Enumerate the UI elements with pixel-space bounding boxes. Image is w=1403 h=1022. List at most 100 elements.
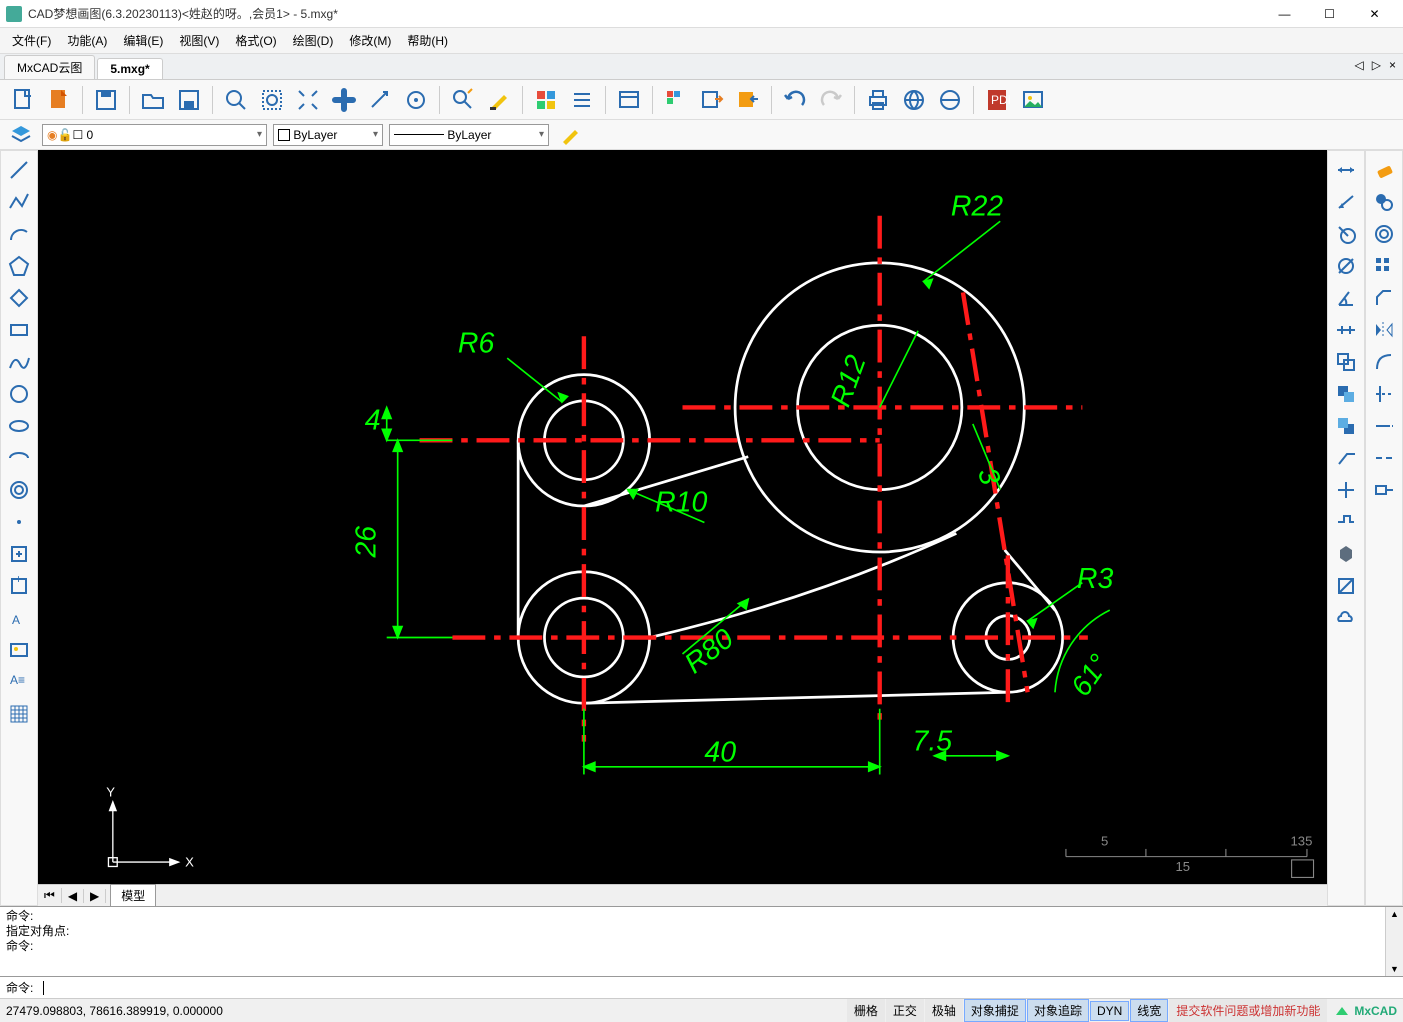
move-front-button[interactable] (1331, 411, 1361, 441)
chamfer-button[interactable] (1369, 283, 1399, 313)
copy2-button[interactable] (1369, 187, 1399, 217)
offset-button[interactable] (1369, 219, 1399, 249)
toggle-lwt[interactable]: 线宽 (1130, 999, 1168, 1022)
image-button[interactable] (1016, 83, 1050, 117)
find-button[interactable] (446, 83, 480, 117)
doc-tab-current[interactable]: 5.mxg* (97, 58, 162, 79)
arc-button[interactable] (4, 219, 34, 249)
layer-manager-button[interactable] (6, 122, 36, 148)
command-input-line[interactable]: 命令: (0, 976, 1403, 998)
cloud-button[interactable] (1331, 603, 1361, 633)
new-template-button[interactable] (42, 83, 76, 117)
linetype-combo[interactable]: ByLayer ▾ (389, 124, 549, 146)
palette1-button[interactable] (659, 83, 693, 117)
feedback-button[interactable]: 提交软件问题或增加新功能 (1169, 999, 1327, 1022)
mtext-button[interactable]: A≡ (4, 667, 34, 697)
menu-draw[interactable]: 绘图(D) (285, 30, 342, 51)
fillet-button[interactable] (1369, 347, 1399, 377)
tab-close-icon[interactable]: × (1386, 58, 1399, 72)
zoom-realtime-button[interactable] (255, 83, 289, 117)
cmd-scrollbar[interactable]: ▲ ▼ (1385, 907, 1403, 976)
import-button[interactable] (731, 83, 765, 117)
block-create-button[interactable]: + (4, 571, 34, 601)
menu-function[interactable]: 功能(A) (59, 30, 115, 51)
menu-edit[interactable]: 编辑(E) (115, 30, 171, 51)
dim-aligned-button[interactable] (1331, 187, 1361, 217)
web2-button[interactable] (933, 83, 967, 117)
close-button[interactable]: ✕ (1352, 0, 1397, 28)
model-first-icon[interactable]: ⏮ (38, 888, 62, 903)
web1-button[interactable] (897, 83, 931, 117)
color-grid-button[interactable] (529, 83, 563, 117)
layer-combo[interactable]: ◉🔓☐ 0 ▾ (42, 124, 267, 146)
stretch-button[interactable] (1369, 475, 1399, 505)
export-button[interactable] (695, 83, 729, 117)
toggle-dyn[interactable]: DYN (1090, 1001, 1129, 1021)
zoom-extents-button[interactable] (291, 83, 325, 117)
redo-button[interactable] (814, 83, 848, 117)
scroll-up-icon[interactable]: ▲ (1390, 909, 1399, 919)
minimize-button[interactable]: — (1262, 0, 1307, 28)
toggle-otrack[interactable]: 对象追踪 (1027, 999, 1089, 1022)
trim-button[interactable] (1369, 379, 1399, 409)
region-button[interactable] (1331, 571, 1361, 601)
zoom-center-button[interactable] (399, 83, 433, 117)
line-button[interactable] (4, 155, 34, 185)
save-button[interactable] (89, 83, 123, 117)
saveas-button[interactable] (172, 83, 206, 117)
centermark-button[interactable] (1331, 475, 1361, 505)
ring-button[interactable] (4, 475, 34, 505)
image-insert-button[interactable] (4, 635, 34, 665)
list-button[interactable] (565, 83, 599, 117)
break-button[interactable] (1369, 443, 1399, 473)
spline-button[interactable] (4, 347, 34, 377)
dim-linear-button[interactable] (1331, 155, 1361, 185)
zoom-window-button[interactable] (219, 83, 253, 117)
point-button[interactable] (4, 507, 34, 537)
pdf-button[interactable]: PDF (980, 83, 1014, 117)
mirror-button[interactable] (1369, 315, 1399, 345)
open-button[interactable] (136, 83, 170, 117)
menu-help[interactable]: 帮助(H) (399, 30, 456, 51)
block-insert-button[interactable] (4, 539, 34, 569)
drawing-canvas[interactable]: R22 R6 R12 R10 R80 R3 4 26 40 7.5 3 61° (38, 150, 1327, 884)
dim-angular-button[interactable] (1331, 283, 1361, 313)
dim-radius-button[interactable] (1331, 219, 1361, 249)
ellipse-button[interactable] (4, 411, 34, 441)
polygon2-button[interactable] (4, 283, 34, 313)
erase-button[interactable] (1369, 155, 1399, 185)
leader-button[interactable] (1331, 443, 1361, 473)
window-button[interactable] (612, 83, 646, 117)
undo-button[interactable] (778, 83, 812, 117)
3d-button[interactable] (1331, 539, 1361, 569)
toggle-grid[interactable]: 栅格 (847, 999, 885, 1022)
ellipse-arc-button[interactable] (4, 443, 34, 473)
extend-button[interactable] (1369, 411, 1399, 441)
section-button[interactable] (1331, 507, 1361, 537)
hatch-button[interactable] (4, 699, 34, 729)
doc-tab-cloud[interactable]: MxCAD云图 (4, 55, 95, 79)
model-tab[interactable]: 模型 (110, 884, 156, 906)
toggle-osnap[interactable]: 对象捕捉 (964, 999, 1026, 1022)
print-button[interactable] (861, 83, 895, 117)
model-next-icon[interactable]: ▶ (84, 889, 106, 903)
dim-continue-button[interactable] (1331, 315, 1361, 345)
circle-button[interactable] (4, 379, 34, 409)
menu-format[interactable]: 格式(O) (227, 30, 284, 51)
menu-view[interactable]: 视图(V) (171, 30, 227, 51)
menu-file[interactable]: 文件(F) (4, 30, 59, 51)
toggle-ortho[interactable]: 正交 (886, 999, 924, 1022)
zoom-previous-button[interactable] (363, 83, 397, 117)
match-prop-button[interactable] (555, 122, 585, 148)
highlight-button[interactable] (482, 83, 516, 117)
copy-button[interactable] (1331, 347, 1361, 377)
maximize-button[interactable]: ☐ (1307, 0, 1352, 28)
scroll-down-icon[interactable]: ▼ (1390, 964, 1399, 974)
dim-diameter-button[interactable] (1331, 251, 1361, 281)
text-button[interactable]: A (4, 603, 34, 633)
tab-next-icon[interactable]: ▷ (1369, 58, 1384, 72)
new-button[interactable] (6, 83, 40, 117)
polygon-button[interactable] (4, 251, 34, 281)
rect-button[interactable] (4, 315, 34, 345)
pan-button[interactable] (327, 83, 361, 117)
